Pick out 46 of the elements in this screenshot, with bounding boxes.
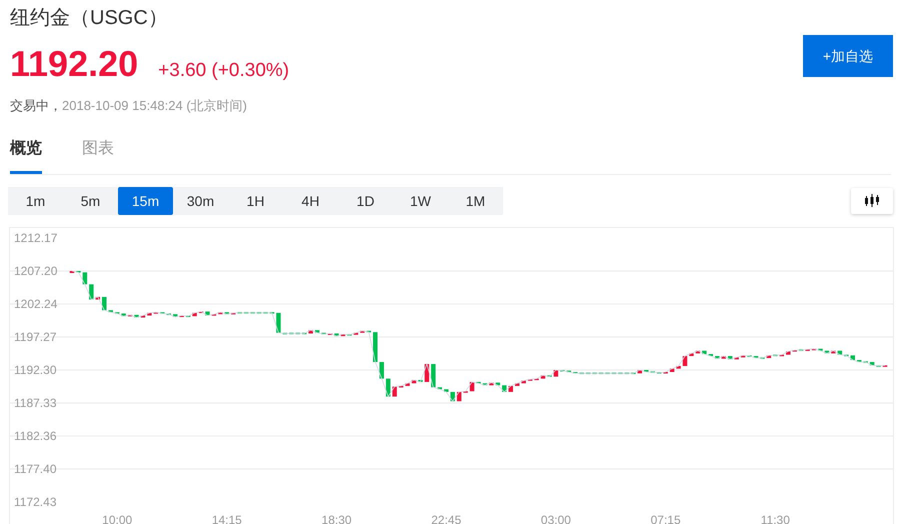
candlestick [379,362,384,379]
chart-type-button[interactable] [851,188,893,214]
period-button[interactable]: 1M [448,187,503,215]
x-axis-label: 10:00 [102,513,132,524]
y-axis-label: 1212.17 [14,231,58,245]
period-button[interactable]: 1H [228,187,283,215]
period-button[interactable]: 4H [283,187,338,215]
y-axis-label: 1172.43 [14,495,56,509]
trading-status: 交易中， [10,96,62,114]
y-axis-label: 1197.27 [14,330,56,344]
candlestick [386,378,390,397]
y-axis-label: 1187.33 [14,396,56,410]
y-axis-label: 1202.24 [14,296,58,311]
candlestick [431,364,436,388]
candlestick [89,284,94,300]
period-button[interactable]: 1W [393,187,448,215]
period-button[interactable]: 15m [118,187,173,215]
y-axis-label: 1177.40 [14,462,56,476]
period-button[interactable]: 30m [173,187,228,215]
price-change: +3.60 (+0.30%) [158,59,290,83]
timestamp: 2018-10-09 15:48:24 (北京时间) [62,96,247,115]
x-axis-label: 14:15 [212,513,242,524]
candlestick [96,296,100,300]
x-axis-label: 07:15 [650,513,681,524]
instrument-title: 纽约金（USGC） [10,6,169,30]
y-axis-label: 1182.36 [14,429,56,444]
candlestick [102,296,106,310]
x-axis-label: 18:30 [322,513,352,524]
add-to-watchlist-button[interactable]: +加自选 [803,35,893,77]
candlestick [276,312,281,333]
x-axis-label: 11:30 [760,513,790,524]
period-button[interactable]: 1m [8,187,63,215]
y-axis-label: 1207.20 [14,264,58,278]
candlestick [82,272,88,284]
x-axis-label: 03:00 [540,513,571,524]
period-button[interactable]: 1D [338,187,393,215]
tab[interactable]: 概览 [10,137,42,174]
candlestick [424,364,430,382]
price: 1192.20 [10,46,138,82]
period-button[interactable]: 5m [63,187,118,215]
candlestick [373,332,378,362]
candlestick [392,386,397,397]
candlestick-icon [864,194,880,208]
y-axis-label: 1192.30 [14,363,56,377]
candlestick [682,356,688,366]
x-axis-label: 22:45 [431,513,462,524]
